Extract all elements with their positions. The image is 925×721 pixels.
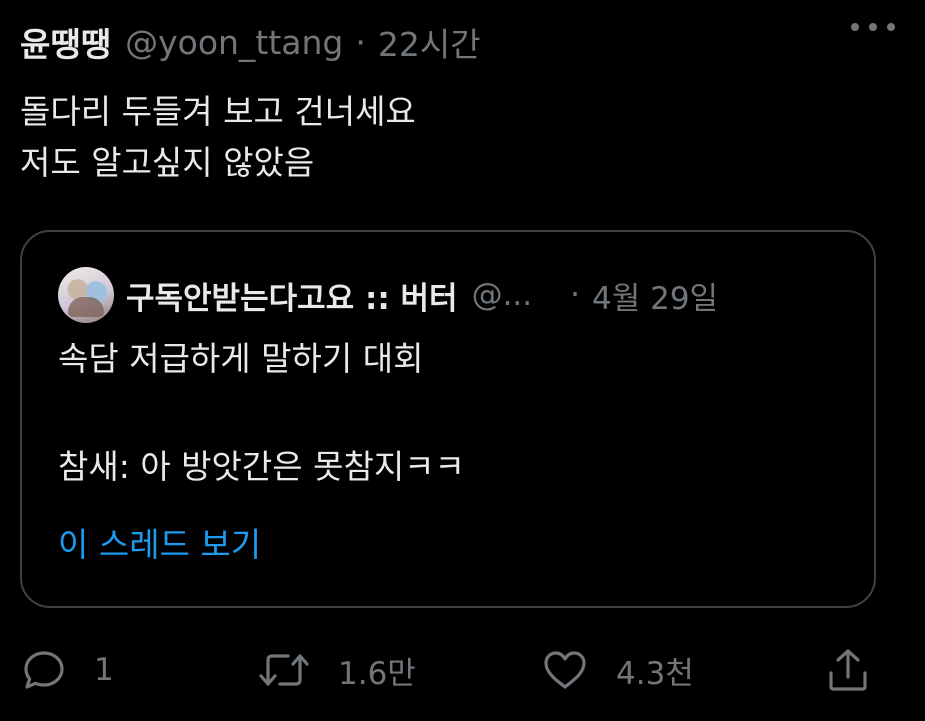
quoted-tweet-header: 구독안받는다고요 :: 버터 @... · 4월 29일	[58, 266, 844, 324]
more-dot	[887, 23, 895, 31]
show-thread-link[interactable]: 이 스레드 보기	[58, 518, 261, 572]
quoted-tweet-date: 4월 29일	[592, 280, 719, 317]
author-handle[interactable]: @yoon_ttang	[125, 23, 343, 62]
reply-count: 1	[94, 652, 114, 688]
retweet-button[interactable]: 1.6만	[258, 640, 416, 700]
quoted-tweet-card[interactable]: 구독안받는다고요 :: 버터 @... · 4월 29일 속담 저급하게 말하기…	[20, 230, 876, 608]
retweet-icon	[259, 654, 309, 686]
tweet-action-bar: 1 1.6만 4.3천	[0, 640, 925, 700]
heart-icon	[544, 651, 586, 689]
quoted-header-separator: ·	[570, 277, 580, 313]
header-separator: ·	[355, 22, 366, 62]
more-dot	[869, 23, 877, 31]
reply-button[interactable]: 1	[22, 640, 114, 700]
quoted-tweet-text: 속담 저급하게 말하기 대회 참새: 아 방앗간은 못참지ㅋㅋ	[58, 332, 838, 494]
tweet-text-line: 저도 알고싶지 않았음	[20, 143, 315, 182]
more-icon[interactable]	[851, 22, 895, 32]
tweet-text: 돌다리 두들겨 보고 건너세요 저도 알고싶지 않았음	[20, 86, 880, 188]
quoted-text-line: 속담 저급하게 말하기 대회	[58, 339, 424, 378]
share-button[interactable]	[826, 640, 870, 700]
quoted-author-handle: @...	[471, 277, 533, 313]
tweet-timestamp[interactable]: 22시간	[378, 18, 481, 66]
more-dot	[851, 23, 859, 31]
quoted-text-blank-line	[58, 386, 838, 440]
share-icon	[829, 649, 867, 691]
quoted-author-avatar[interactable]	[58, 267, 114, 323]
retweet-count: 1.6만	[338, 655, 416, 692]
like-button[interactable]: 4.3천	[542, 640, 694, 700]
author-display-name[interactable]: 윤땡땡	[20, 18, 111, 66]
quoted-text-line: 참새: 아 방앗간은 못참지ㅋㅋ	[58, 447, 465, 486]
tweet-header: 윤땡땡 @yoon_ttang · 22시간	[20, 18, 905, 66]
reply-icon	[24, 651, 64, 689]
tweet-text-line: 돌다리 두들겨 보고 건너세요	[20, 92, 416, 131]
like-count: 4.3천	[616, 655, 694, 692]
quoted-author-display-name: 구독안받는다고요 :: 버터	[126, 280, 458, 317]
